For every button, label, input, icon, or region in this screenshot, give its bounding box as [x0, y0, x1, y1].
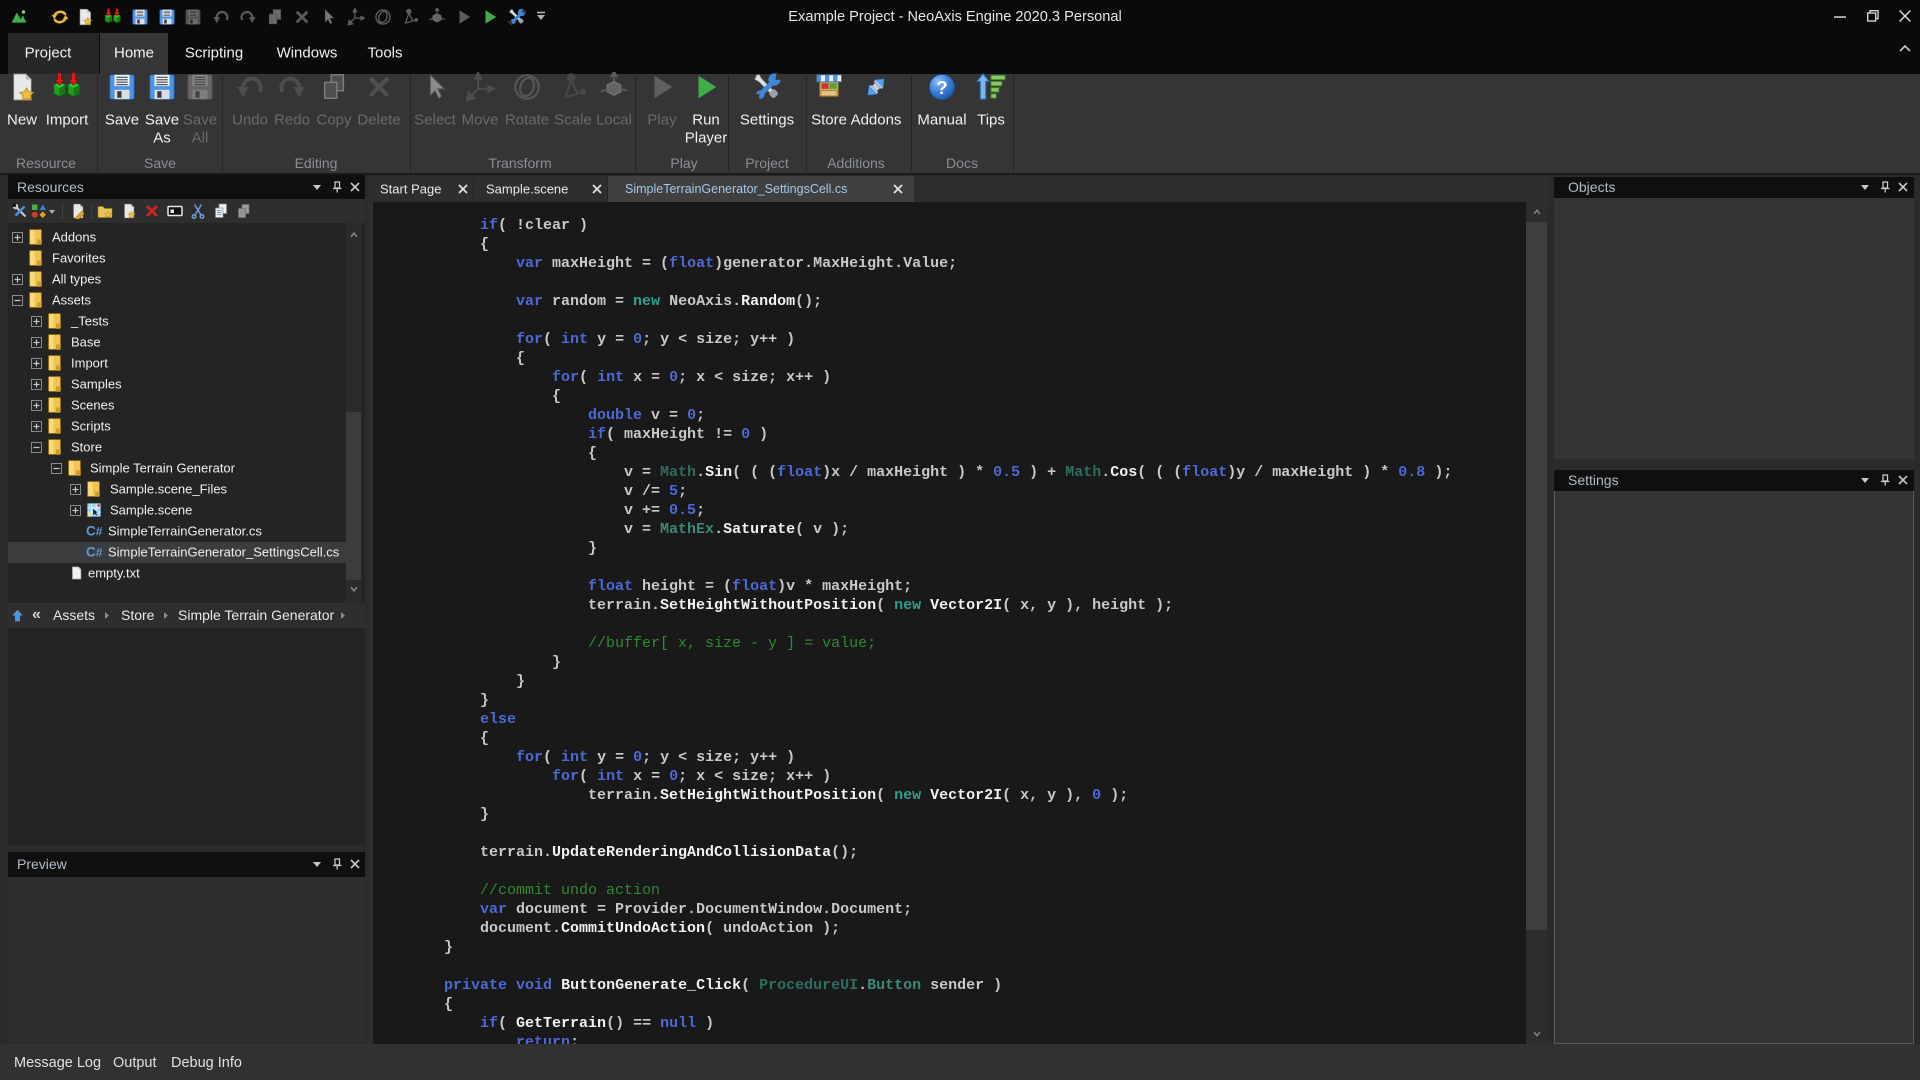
- svg-text:?: ?: [936, 77, 947, 98]
